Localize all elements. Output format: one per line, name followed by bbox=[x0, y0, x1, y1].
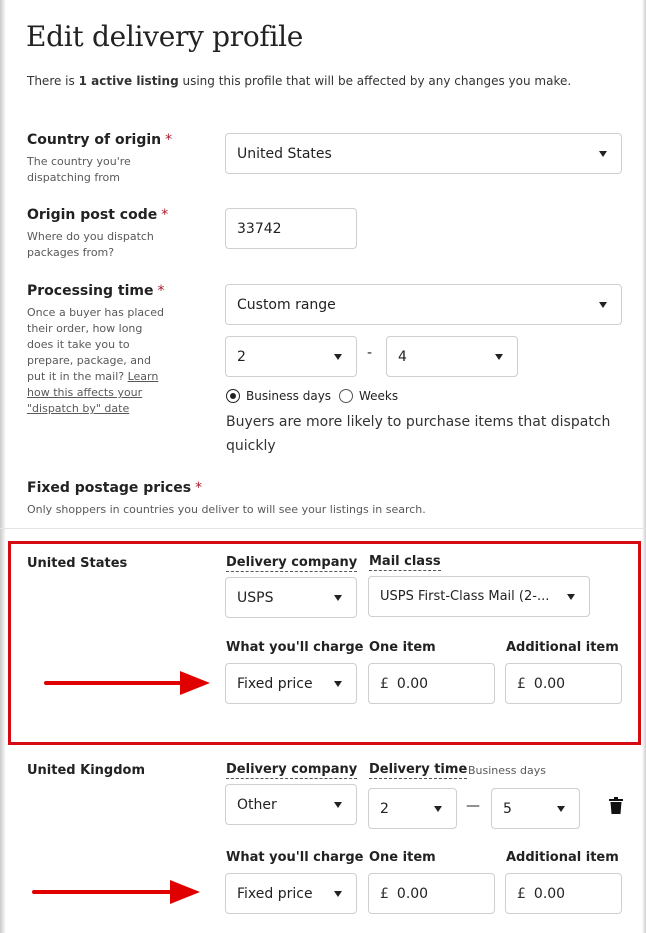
range-separator: - bbox=[367, 345, 373, 361]
one-item-label: One item bbox=[369, 640, 436, 655]
section-divider bbox=[0, 528, 646, 529]
country-of-origin-value: United States bbox=[237, 145, 332, 162]
delivery-time-unit: Business days bbox=[468, 764, 546, 777]
delivery-time-separator: — bbox=[466, 798, 480, 814]
caret-down-icon bbox=[599, 301, 607, 308]
uk-delivery-time-max-select[interactable]: 5 bbox=[491, 788, 580, 829]
us-additional-item-price-value: 0.00 bbox=[533, 675, 566, 692]
caret-down-icon bbox=[567, 593, 575, 600]
modal-shadow-right bbox=[642, 0, 646, 933]
us-delivery-company-value: USPS bbox=[237, 589, 274, 606]
us-charge-select[interactable]: Fixed price bbox=[225, 663, 357, 704]
uk-delivery-time-min-value: 2 bbox=[380, 800, 389, 817]
one-item-label: One item bbox=[369, 850, 436, 865]
destination-country-uk: United Kingdom bbox=[27, 763, 146, 778]
processing-time-max-select[interactable]: 4 bbox=[386, 336, 518, 377]
additional-item-label: Additional item bbox=[506, 640, 619, 655]
processing-time-help: Once a buyer has placed their order, how… bbox=[27, 306, 164, 415]
processing-time-max-value: 4 bbox=[398, 348, 407, 365]
processing-time-range-select[interactable]: Custom range bbox=[225, 284, 622, 325]
country-of-origin-help: The country you're dispatching from bbox=[27, 155, 131, 184]
uk-one-item-price-input[interactable]: £ 0.00 bbox=[368, 873, 495, 914]
delivery-company-label[interactable]: Delivery company bbox=[226, 555, 358, 572]
processing-time-min-select[interactable]: 2 bbox=[225, 336, 357, 377]
fixed-postage-label: Fixed postage prices * bbox=[27, 480, 203, 496]
active-listing-notice: There is 1 active listing using this pro… bbox=[27, 74, 572, 88]
modal-shadow-left bbox=[0, 0, 6, 933]
caret-down-icon bbox=[557, 805, 565, 812]
delivery-time-label[interactable]: Delivery time bbox=[369, 762, 468, 779]
origin-post-code-help: Where do you dispatch packages from? bbox=[27, 230, 154, 259]
us-charge-value: Fixed price bbox=[237, 675, 313, 692]
uk-one-item-price-value: 0.00 bbox=[396, 885, 429, 902]
uk-additional-item-price-value: 0.00 bbox=[533, 885, 566, 902]
business-days-radio[interactable] bbox=[226, 389, 240, 403]
us-mail-class-value: USPS First-Class Mail (2-... bbox=[380, 589, 550, 604]
dispatch-quickly-note: Buyers are more likely to purchase items… bbox=[226, 414, 611, 454]
country-of-origin-select[interactable]: United States bbox=[225, 133, 622, 174]
uk-delivery-company-select[interactable]: Other bbox=[225, 784, 357, 825]
caret-down-icon bbox=[334, 680, 342, 687]
uk-delivery-time-max-value: 5 bbox=[503, 800, 512, 817]
currency-symbol: £ bbox=[380, 675, 389, 692]
uk-delivery-company-value: Other bbox=[237, 796, 277, 813]
required-marker: * bbox=[165, 132, 173, 148]
fixed-postage-help: Only shoppers in countries you deliver t… bbox=[27, 503, 426, 516]
caret-down-icon bbox=[334, 801, 342, 808]
uk-delivery-time-min-select[interactable]: 2 bbox=[368, 788, 457, 829]
trash-icon[interactable] bbox=[609, 797, 623, 814]
caret-down-icon bbox=[495, 353, 503, 360]
us-delivery-company-select[interactable]: USPS bbox=[225, 577, 357, 618]
uk-charge-value: Fixed price bbox=[237, 885, 313, 902]
what-youll-charge-label: What you'll charge bbox=[226, 640, 364, 655]
origin-post-code-input[interactable]: 33742 bbox=[225, 208, 357, 249]
origin-post-code-label: Origin post code * bbox=[27, 207, 169, 223]
origin-post-code-value: 33742 bbox=[237, 220, 282, 237]
processing-time-label: Processing time * bbox=[27, 283, 165, 299]
destination-country-us: United States bbox=[27, 556, 128, 571]
us-mail-class-select[interactable]: USPS First-Class Mail (2-... bbox=[368, 576, 590, 617]
us-additional-item-price-input[interactable]: £ 0.00 bbox=[505, 663, 622, 704]
us-one-item-price-input[interactable]: £ 0.00 bbox=[368, 663, 495, 704]
required-marker: * bbox=[161, 207, 169, 223]
processing-time-min-value: 2 bbox=[237, 348, 246, 365]
delivery-company-label[interactable]: Delivery company bbox=[226, 762, 358, 779]
active-listing-count: 1 active listing bbox=[78, 74, 179, 88]
annotation-arrow-icon bbox=[32, 880, 200, 904]
weeks-radio[interactable] bbox=[339, 389, 353, 403]
currency-symbol: £ bbox=[380, 885, 389, 902]
required-marker: * bbox=[195, 480, 203, 496]
business-days-label: Business days bbox=[246, 389, 332, 403]
required-marker: * bbox=[157, 283, 165, 299]
us-one-item-price-value: 0.00 bbox=[396, 675, 429, 692]
mail-class-label[interactable]: Mail class bbox=[369, 554, 441, 571]
page-title: Edit delivery profile bbox=[26, 20, 304, 53]
caret-down-icon bbox=[599, 150, 607, 157]
annotation-arrow-icon bbox=[44, 671, 210, 695]
processing-time-range-value: Custom range bbox=[237, 296, 336, 313]
country-of-origin-label: Country of origin * bbox=[27, 132, 173, 148]
caret-down-icon bbox=[334, 890, 342, 897]
uk-charge-select[interactable]: Fixed price bbox=[225, 873, 357, 914]
additional-item-label: Additional item bbox=[506, 850, 619, 865]
what-youll-charge-label: What you'll charge bbox=[226, 850, 364, 865]
caret-down-icon bbox=[334, 594, 342, 601]
currency-symbol: £ bbox=[517, 885, 526, 902]
weeks-label: Weeks bbox=[359, 389, 399, 403]
caret-down-icon bbox=[434, 805, 442, 812]
currency-symbol: £ bbox=[517, 675, 526, 692]
uk-additional-item-price-input[interactable]: £ 0.00 bbox=[505, 873, 622, 914]
caret-down-icon bbox=[334, 353, 342, 360]
